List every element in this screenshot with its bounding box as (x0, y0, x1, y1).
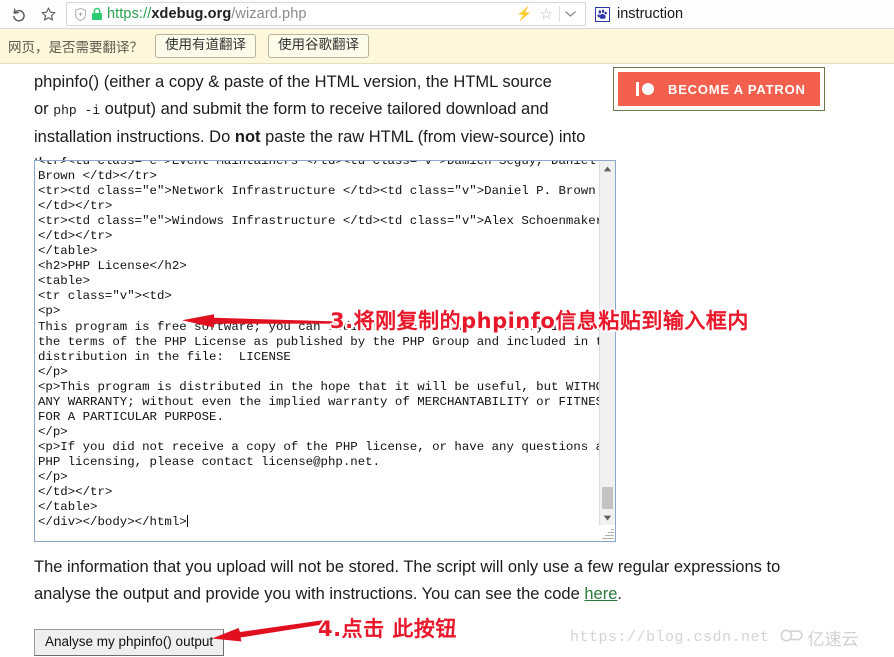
textarea-text-viewport: <tr><td class="e">Event Maintainers </td… (35, 161, 599, 541)
patron-widget: BECOME A PATRON (613, 67, 825, 111)
google-translate-button[interactable]: 使用谷歌翻译 (268, 34, 369, 58)
analyse-phpinfo-button[interactable]: Analyse my phpinfo() output (34, 629, 225, 656)
scrollbar-thumb[interactable] (602, 487, 613, 509)
url-text: https://xdebug.org/wizard.php (107, 6, 307, 22)
chevron-down-icon[interactable] (559, 6, 581, 22)
navigation-icons (0, 2, 62, 26)
step4-label: 4.点击 此按钮 (318, 617, 457, 641)
intro-line-2c: output) and submit the form to receive t… (100, 100, 549, 118)
watermark: https://blog.csdn.net 亿速云 (570, 625, 859, 650)
lock-icon (91, 7, 103, 21)
browser-toolbar: https://xdebug.org/wizard.php ⚡ ☆ instru… (0, 0, 894, 29)
outro-paragraph: The information that you upload will not… (34, 554, 834, 608)
page-content: phpinfo() (either a copy & paste of the … (0, 65, 894, 657)
youdao-translate-button[interactable]: 使用有道翻译 (155, 34, 256, 58)
here-link[interactable]: here (584, 585, 617, 603)
url-scheme: https:// (107, 6, 152, 22)
star-outline-icon[interactable]: ☆ (538, 5, 555, 23)
outro-line-2c: . (617, 585, 622, 603)
textarea-scrollbar[interactable] (599, 161, 615, 525)
translate-prompt: 网页，是否需要翻译？ (8, 40, 143, 55)
url-path: /wizard.php (231, 6, 307, 22)
resize-grip-icon[interactable] (600, 526, 614, 540)
outro-line-2a: analyse the output and provide you with … (34, 585, 585, 603)
lightning-bolt-icon[interactable]: ⚡ (512, 6, 536, 22)
textarea-content: <tr><td class="e">Event Maintainers </td… (38, 161, 599, 530)
step4-arrow (210, 617, 330, 643)
become-a-patron-button[interactable]: BECOME A PATRON (618, 72, 820, 106)
watermark-url: https://blog.csdn.net (570, 629, 770, 646)
intro-line-3a: installation instructions. Do (34, 128, 235, 146)
shield-icon[interactable] (71, 5, 89, 23)
screenshot-root: https://xdebug.org/wizard.php ⚡ ☆ instru… (0, 0, 894, 657)
star-icon[interactable] (34, 2, 62, 26)
red-arrow-left-icon (212, 619, 329, 642)
address-bar[interactable]: https://xdebug.org/wizard.php ⚡ ☆ (66, 2, 586, 26)
outro-line-1: The information that you upload will not… (34, 558, 781, 576)
intro-code-php-i: php -i (53, 103, 101, 118)
url-host: xdebug.org (151, 6, 232, 22)
intro-line-1: phpinfo() (either a copy & paste of the … (34, 73, 552, 91)
patron-button-label: BECOME A PATRON (668, 81, 806, 97)
watermark-brand-text: 亿速云 (807, 630, 859, 650)
address-bar-actions: ⚡ ☆ (512, 5, 581, 23)
extension-area: instruction (586, 6, 683, 22)
intro-emphasis-not: not (234, 128, 261, 146)
patreon-logo-icon (636, 82, 654, 96)
scroll-up-arrow-icon[interactable] (600, 161, 615, 176)
intro-line-2a: or (34, 100, 54, 118)
phpinfo-textarea[interactable]: <tr><td class="e">Event Maintainers </td… (34, 160, 616, 542)
cloud-logo-icon (780, 627, 804, 649)
scroll-down-arrow-icon[interactable] (600, 510, 615, 525)
baidu-paw-icon[interactable] (595, 6, 610, 22)
extension-label: instruction (617, 6, 684, 22)
translate-notification-bar: 网页，是否需要翻译？ 使用有道翻译 使用谷歌翻译 (0, 29, 894, 64)
back-arrow-icon[interactable] (4, 2, 32, 26)
watermark-brand: 亿速云 (780, 625, 859, 650)
